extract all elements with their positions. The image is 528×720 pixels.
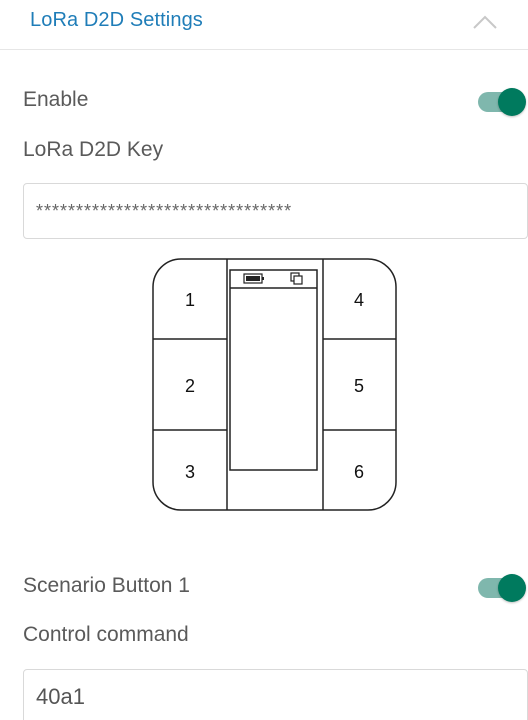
control-command-input[interactable]: 40a1 bbox=[23, 669, 528, 720]
toggle-knob bbox=[498, 574, 526, 602]
section-header[interactable]: LoRa D2D Settings bbox=[0, 0, 528, 50]
device-button-6[interactable]: 6 bbox=[349, 462, 369, 483]
chevron-up-icon[interactable] bbox=[468, 4, 502, 38]
device-button-5[interactable]: 5 bbox=[349, 376, 369, 397]
scenario-button-toggle[interactable] bbox=[478, 574, 526, 602]
battery-icon bbox=[243, 273, 264, 284]
device-button-3[interactable]: 3 bbox=[180, 462, 200, 483]
control-command-label: Control command bbox=[23, 623, 189, 646]
section-title: LoRa D2D Settings bbox=[30, 9, 203, 31]
lora-key-label: LoRa D2D Key bbox=[23, 138, 164, 161]
device-button-4[interactable]: 4 bbox=[349, 290, 369, 311]
device-diagram: 1 2 3 4 5 6 bbox=[152, 258, 398, 512]
scenario-button-label: Scenario Button 1 bbox=[23, 574, 190, 597]
enable-toggle[interactable] bbox=[478, 88, 526, 116]
device-button-2[interactable]: 2 bbox=[180, 376, 200, 397]
lora-key-input[interactable]: ******************************** bbox=[23, 183, 528, 239]
enable-label: Enable bbox=[23, 88, 89, 111]
device-button-1[interactable]: 1 bbox=[180, 290, 200, 311]
toggle-knob bbox=[498, 88, 526, 116]
